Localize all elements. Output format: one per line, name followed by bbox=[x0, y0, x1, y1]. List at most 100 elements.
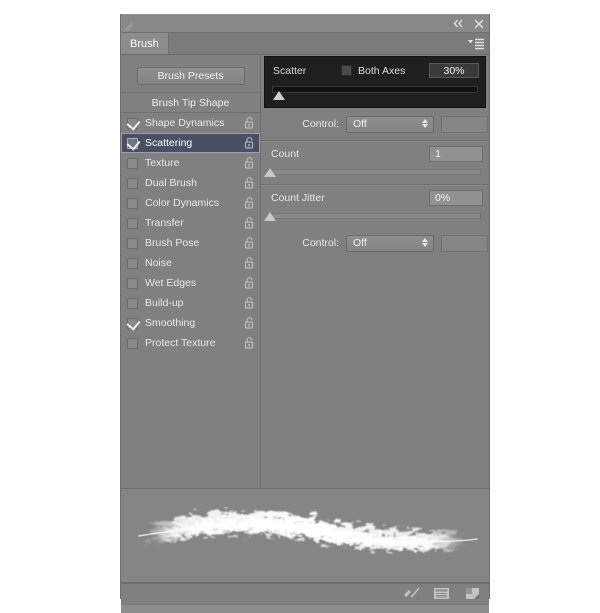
brush-options-list: Shape Dynamics Scattering Texture Dual Brus… bbox=[121, 113, 260, 488]
lock-icon[interactable] bbox=[244, 317, 255, 329]
count-value-input[interactable]: 1 bbox=[429, 146, 483, 162]
count-jitter-control-select[interactable]: Off bbox=[346, 234, 434, 252]
count-jitter-value-input[interactable]: 0% bbox=[429, 190, 483, 206]
count-jitter-control-row: Control: Off bbox=[261, 232, 489, 254]
option-label: Build-up bbox=[145, 297, 184, 309]
both-axes-label: Both Axes bbox=[358, 64, 406, 77]
option-checkbox[interactable] bbox=[127, 337, 138, 349]
option-checkbox[interactable] bbox=[127, 217, 138, 229]
sidebar-item-build-up[interactable]: Build-up bbox=[121, 293, 260, 313]
panel-menu-icon[interactable] bbox=[468, 37, 484, 50]
scatter-group: Scatter Both Axes 30% bbox=[264, 56, 486, 108]
titlebar-buttons bbox=[452, 17, 485, 30]
sidebar-item-shape-dynamics[interactable]: Shape Dynamics bbox=[121, 113, 260, 133]
sidebar-item-wet-edges[interactable]: Wet Edges bbox=[121, 273, 260, 293]
count-jitter-slider[interactable] bbox=[264, 212, 481, 221]
count-row: Count 1 bbox=[261, 143, 489, 165]
scatter-value-input[interactable]: 30% bbox=[429, 63, 479, 78]
sidebar-item-texture[interactable]: Texture bbox=[121, 153, 260, 173]
resize-grip[interactable] bbox=[290, 608, 320, 613]
brush-stroke-graphic bbox=[138, 511, 478, 550]
brush-stroke-preview bbox=[121, 488, 489, 583]
panel-drag-grip[interactable] bbox=[123, 19, 134, 32]
sidebar-item-color-dynamics[interactable]: Color Dynamics bbox=[121, 193, 260, 213]
chevron-updown-icon bbox=[422, 237, 428, 247]
option-checkbox[interactable] bbox=[127, 257, 138, 269]
sidebar-item-protect-texture[interactable]: Protect Texture bbox=[121, 333, 260, 353]
toggle-brush-panel-icon[interactable] bbox=[402, 586, 420, 602]
option-label: Scattering bbox=[145, 137, 193, 149]
panel-body: Brush Presets Brush Tip Shape Shape Dyna… bbox=[121, 55, 489, 488]
scatter-control-extra-field[interactable] bbox=[441, 115, 488, 133]
option-label: Smoothing bbox=[145, 317, 196, 329]
option-checkbox[interactable] bbox=[127, 237, 138, 249]
panel-titlebar[interactable] bbox=[121, 15, 489, 33]
scatter-slider-thumb[interactable] bbox=[273, 91, 286, 100]
brush-preset-picker-icon[interactable] bbox=[433, 586, 450, 602]
brush-tip-shape-label: Brush Tip Shape bbox=[151, 96, 230, 109]
brush-presets-label: Brush Presets bbox=[157, 69, 224, 82]
lock-icon[interactable] bbox=[244, 137, 255, 149]
options-sidebar: Brush Presets Brush Tip Shape Shape Dyna… bbox=[121, 55, 261, 488]
lock-icon[interactable] bbox=[244, 237, 255, 249]
option-checkbox[interactable] bbox=[127, 197, 138, 209]
scatter-control-label: Control: bbox=[302, 118, 339, 130]
option-label: Transfer bbox=[145, 217, 184, 229]
option-label: Dual Brush bbox=[145, 177, 197, 189]
both-axes-checkbox[interactable]: Both Axes bbox=[341, 65, 405, 77]
lock-icon[interactable] bbox=[244, 197, 255, 209]
count-jitter-control-label: Control: bbox=[302, 237, 339, 249]
lock-icon[interactable] bbox=[244, 117, 255, 129]
option-checkbox[interactable] bbox=[127, 317, 138, 329]
close-icon bbox=[473, 18, 484, 29]
close-panel-button[interactable] bbox=[472, 17, 485, 30]
lock-icon[interactable] bbox=[244, 177, 255, 189]
option-label: Shape Dynamics bbox=[145, 117, 225, 129]
footer-icon-group bbox=[402, 586, 481, 602]
option-label: Color Dynamics bbox=[145, 197, 220, 209]
lock-icon[interactable] bbox=[244, 157, 255, 169]
panel-statusbar bbox=[121, 604, 489, 613]
create-new-brush-icon[interactable] bbox=[464, 586, 481, 602]
scatter-row: Scatter Both Axes 30% bbox=[265, 57, 485, 84]
lock-icon[interactable] bbox=[244, 217, 255, 229]
option-checkbox[interactable] bbox=[127, 157, 138, 169]
collapse-to-icons-button[interactable] bbox=[452, 17, 465, 30]
sidebar-item-scattering[interactable]: Scattering bbox=[121, 133, 260, 153]
count-jitter-slider-thumb[interactable] bbox=[264, 212, 276, 221]
scatter-control-row: Control: Off bbox=[261, 113, 489, 135]
count-jitter-label: Count Jitter bbox=[271, 192, 325, 204]
sidebar-item-smoothing[interactable]: Smoothing bbox=[121, 313, 260, 333]
sidebar-item-noise[interactable]: Noise bbox=[121, 253, 260, 273]
count-slider-thumb[interactable] bbox=[264, 168, 276, 177]
sidebar-item-brush-pose[interactable]: Brush Pose bbox=[121, 233, 260, 253]
presets-button-wrap: Brush Presets bbox=[121, 55, 260, 92]
scatter-slider[interactable] bbox=[272, 86, 478, 100]
lock-icon[interactable] bbox=[244, 277, 255, 289]
option-label: Brush Pose bbox=[145, 237, 200, 249]
chevron-updown-icon bbox=[422, 118, 428, 128]
lock-icon[interactable] bbox=[244, 257, 255, 269]
option-checkbox[interactable] bbox=[127, 117, 138, 129]
sidebar-item-brush-tip-shape[interactable]: Brush Tip Shape bbox=[121, 92, 260, 113]
count-jitter-control-extra-field[interactable] bbox=[441, 234, 488, 252]
separator-2 bbox=[261, 184, 489, 185]
count-jitter-control-value: Off bbox=[353, 237, 367, 249]
brush-panel: Brush Brush Presets Brush Tip Shape Shap… bbox=[120, 14, 490, 613]
sidebar-item-transfer[interactable]: Transfer bbox=[121, 213, 260, 233]
option-checkbox[interactable] bbox=[127, 137, 138, 149]
brush-presets-button[interactable]: Brush Presets bbox=[136, 66, 245, 85]
option-label: Noise bbox=[145, 257, 172, 269]
lock-icon[interactable] bbox=[244, 337, 255, 349]
option-checkbox[interactable] bbox=[127, 277, 138, 289]
tab-brush-label: Brush bbox=[130, 37, 159, 50]
lock-icon[interactable] bbox=[244, 297, 255, 309]
count-slider[interactable] bbox=[264, 168, 481, 177]
option-checkbox[interactable] bbox=[127, 177, 138, 189]
sidebar-item-dual-brush[interactable]: Dual Brush bbox=[121, 173, 260, 193]
scatter-control-select[interactable]: Off bbox=[346, 115, 434, 133]
option-label: Wet Edges bbox=[145, 277, 197, 289]
tab-brush[interactable]: Brush bbox=[121, 33, 169, 54]
option-checkbox[interactable] bbox=[127, 297, 138, 309]
option-label: Protect Texture bbox=[145, 337, 216, 349]
